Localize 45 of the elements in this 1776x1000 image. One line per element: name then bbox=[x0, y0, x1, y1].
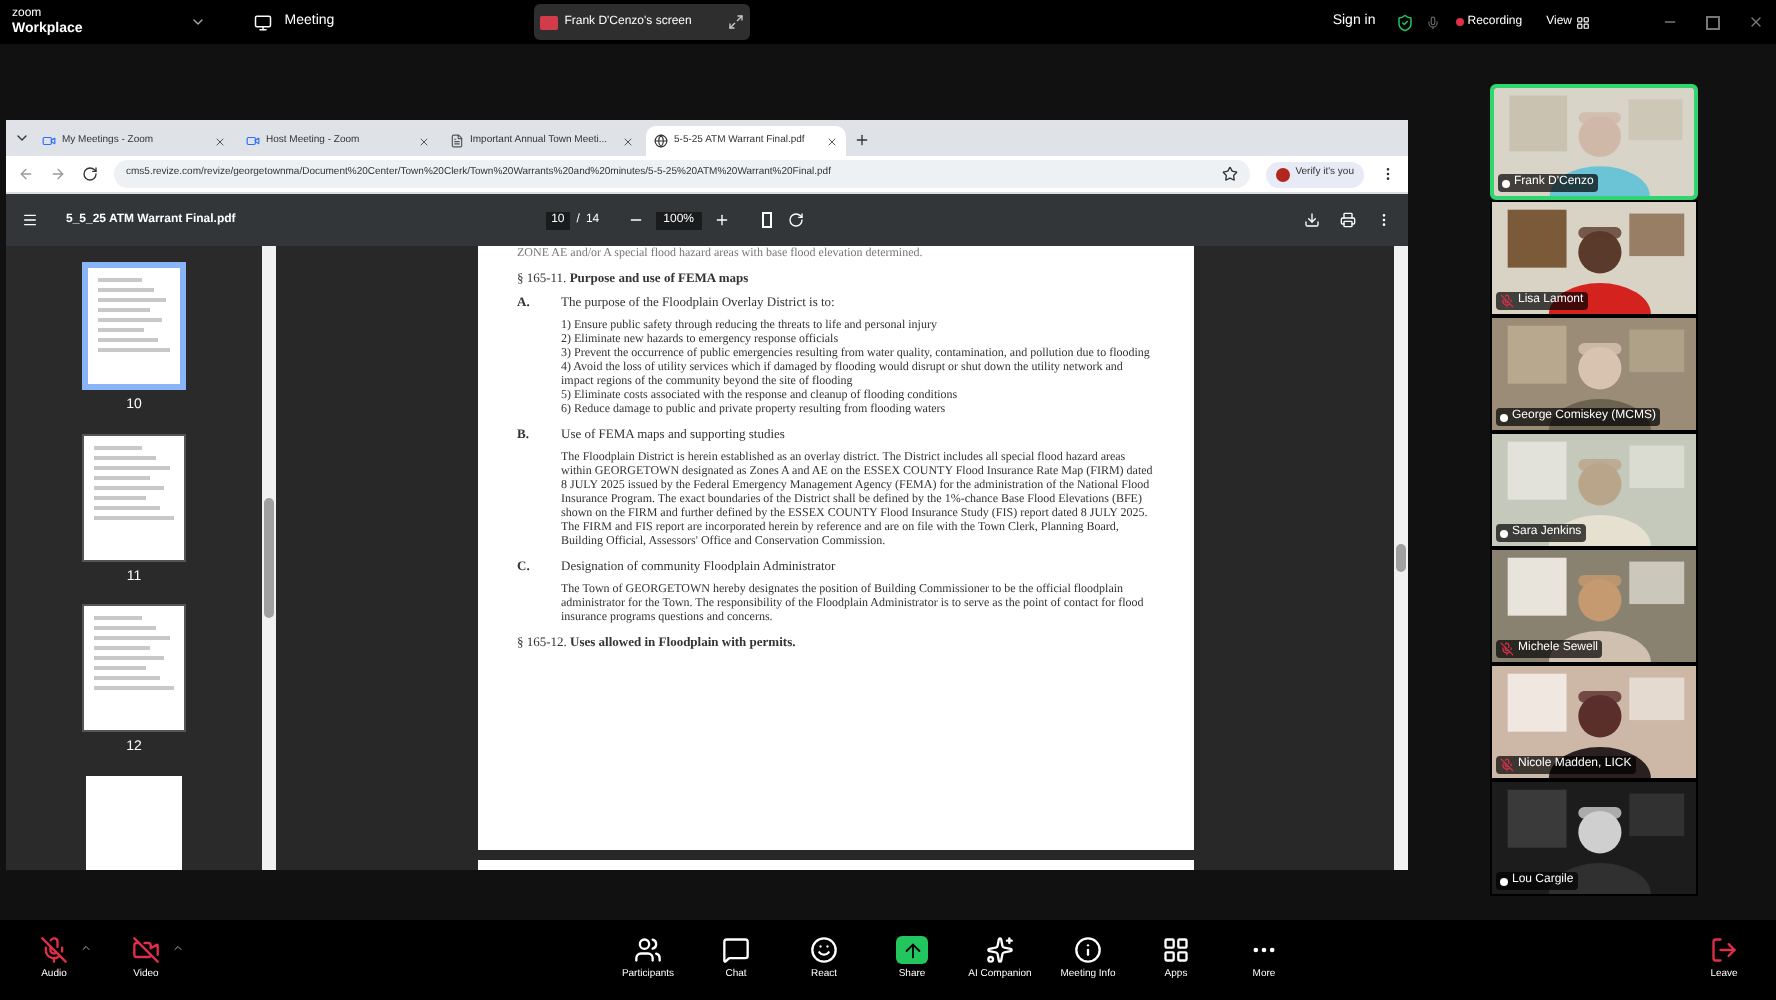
tab-list-icon[interactable] bbox=[14, 130, 30, 146]
apps-icon bbox=[1162, 936, 1190, 965]
back-icon[interactable] bbox=[18, 166, 34, 182]
print-icon[interactable] bbox=[1340, 212, 1356, 228]
page-thumbnail[interactable] bbox=[82, 604, 186, 732]
camera-icon bbox=[42, 134, 56, 148]
profile-icon bbox=[1275, 167, 1290, 181]
page-thumbnail[interactable] bbox=[82, 262, 186, 390]
page-thumbnail[interactable] bbox=[86, 775, 182, 870]
maximize-icon[interactable] bbox=[1706, 15, 1720, 29]
chat-icon bbox=[722, 936, 750, 965]
grid-icon bbox=[1576, 15, 1590, 29]
download-icon[interactable] bbox=[1304, 212, 1320, 228]
expand-icon bbox=[728, 14, 745, 30]
smile-icon bbox=[810, 936, 838, 965]
page-thumbnail[interactable] bbox=[82, 433, 186, 561]
sparkle-icon bbox=[986, 936, 1014, 965]
document-icon bbox=[450, 134, 464, 148]
caret-icon[interactable] bbox=[80, 942, 92, 955]
close-icon[interactable] bbox=[622, 135, 634, 147]
zoom-in-icon[interactable] bbox=[714, 212, 730, 228]
forward-icon[interactable] bbox=[50, 166, 66, 182]
mic-icon bbox=[1425, 15, 1440, 29]
menu-icon[interactable] bbox=[22, 212, 38, 228]
fit-page-icon[interactable] bbox=[762, 212, 772, 228]
share-icon bbox=[896, 936, 928, 965]
close-icon[interactable] bbox=[1748, 14, 1764, 30]
new-tab-icon[interactable] bbox=[854, 132, 870, 148]
info-icon bbox=[1074, 936, 1102, 965]
shield-check-icon bbox=[1395, 13, 1414, 31]
rotate-icon[interactable] bbox=[788, 212, 804, 228]
close-icon[interactable] bbox=[418, 135, 430, 147]
chevron-icon[interactable] bbox=[190, 14, 207, 30]
scrollbar[interactable] bbox=[262, 246, 276, 870]
scrollbar[interactable] bbox=[1394, 246, 1408, 870]
close-icon[interactable] bbox=[214, 135, 226, 147]
close-icon[interactable] bbox=[826, 135, 838, 147]
leave-icon bbox=[1710, 936, 1738, 965]
reload-icon[interactable] bbox=[82, 166, 98, 182]
people-icon bbox=[634, 936, 662, 965]
globe-icon bbox=[654, 134, 668, 148]
screen-share-icon bbox=[540, 15, 559, 29]
camera-icon bbox=[246, 134, 260, 148]
caret-icon[interactable] bbox=[172, 942, 184, 955]
bookmark-star-icon[interactable] bbox=[1221, 166, 1238, 182]
